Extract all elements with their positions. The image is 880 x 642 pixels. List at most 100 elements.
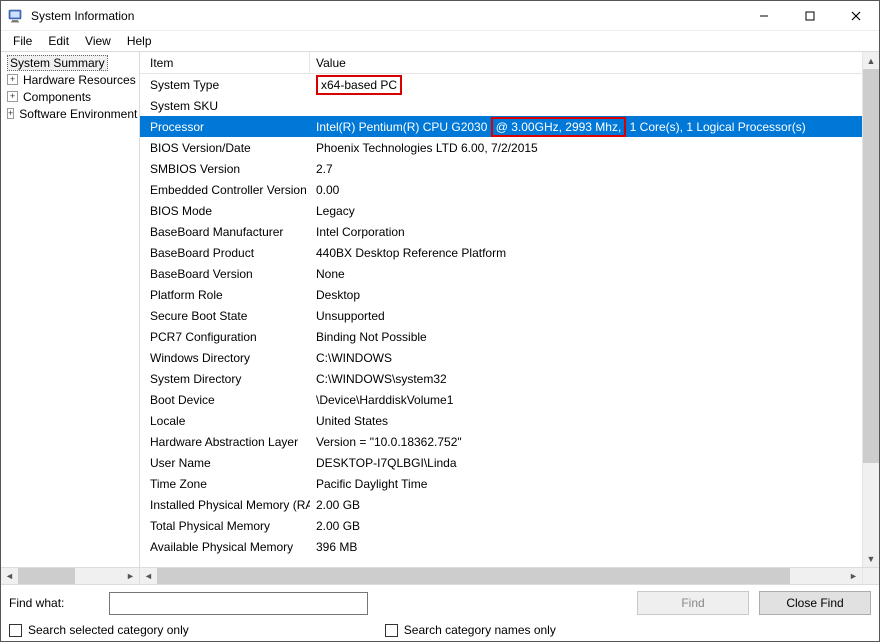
row-value: Phoenix Technologies LTD 6.00, 7/2/2015 <box>310 141 862 155</box>
scroll-thumb[interactable] <box>18 568 75 584</box>
table-row[interactable]: SMBIOS Version2.7 <box>140 158 862 179</box>
row-value: C:\WINDOWS\system32 <box>310 372 862 386</box>
row-value: \Device\HarddiskVolume1 <box>310 393 862 407</box>
window-title: System Information <box>31 9 134 23</box>
checkbox-box-icon[interactable] <box>385 624 398 637</box>
find-input[interactable] <box>109 592 368 615</box>
row-item: Boot Device <box>140 393 310 407</box>
row-value: Version = "10.0.18362.752" <box>310 435 862 449</box>
find-button[interactable]: Find <box>637 591 749 615</box>
row-value: 440BX Desktop Reference Platform <box>310 246 862 260</box>
minimize-button[interactable] <box>741 1 787 31</box>
expand-icon[interactable]: + <box>7 74 18 85</box>
scroll-left-icon[interactable]: ◄ <box>140 568 157 584</box>
tree-item[interactable]: +Hardware Resources <box>3 71 139 88</box>
row-item: User Name <box>140 456 310 470</box>
scroll-corner <box>862 568 879 584</box>
menu-help[interactable]: Help <box>119 33 160 49</box>
row-value: 2.00 GB <box>310 498 862 512</box>
search-selected-category-checkbox[interactable]: Search selected category only <box>9 623 189 637</box>
table-row[interactable]: Total Physical Memory2.00 GB <box>140 515 862 536</box>
menu-edit[interactable]: Edit <box>40 33 77 49</box>
scroll-down-icon[interactable]: ▼ <box>863 550 879 567</box>
row-value: DESKTOP-I7QLBGI\Linda <box>310 456 862 470</box>
find-bar: Find what: Find Close Find Search select… <box>1 584 879 641</box>
menu-view[interactable]: View <box>77 33 119 49</box>
expand-icon[interactable]: + <box>7 108 14 119</box>
table-row[interactable]: PCR7 ConfigurationBinding Not Possible <box>140 326 862 347</box>
row-item: Embedded Controller Version <box>140 183 310 197</box>
checkbox-box-icon[interactable] <box>9 624 22 637</box>
tree-horizontal-scrollbar[interactable]: ◄ ► <box>1 567 139 584</box>
row-item: BIOS Mode <box>140 204 310 218</box>
table-row[interactable]: Platform RoleDesktop <box>140 284 862 305</box>
row-item: BIOS Version/Date <box>140 141 310 155</box>
table-row[interactable]: Boot Device\Device\HarddiskVolume1 <box>140 389 862 410</box>
highlight-box: @ 3.00GHz, 2993 Mhz, <box>491 117 627 137</box>
tree-item-label: System Summary <box>7 55 108 71</box>
table-row[interactable]: BaseBoard VersionNone <box>140 263 862 284</box>
table-row[interactable]: BaseBoard ManufacturerIntel Corporation <box>140 221 862 242</box>
close-find-button[interactable]: Close Find <box>759 591 871 615</box>
tree-item[interactable]: +Components <box>3 88 139 105</box>
table-row[interactable]: Available Physical Memory396 MB <box>140 536 862 557</box>
row-value: Intel Corporation <box>310 225 862 239</box>
table-row[interactable]: Hardware Abstraction LayerVersion = "10.… <box>140 431 862 452</box>
table-row[interactable]: Windows DirectoryC:\WINDOWS <box>140 347 862 368</box>
row-value-text: Intel(R) Pentium(R) CPU G2030 <box>316 120 491 134</box>
table-row[interactable]: User NameDESKTOP-I7QLBGI\Linda <box>140 452 862 473</box>
search-category-names-checkbox[interactable]: Search category names only <box>385 623 556 637</box>
table-row[interactable]: System Type x64-based PC <box>140 74 862 95</box>
maximize-button[interactable] <box>787 1 833 31</box>
details-list[interactable]: Item Value System Typex64-based PCSystem… <box>140 52 862 567</box>
close-button[interactable] <box>833 1 879 31</box>
table-row[interactable]: BIOS Version/DatePhoenix Technologies LT… <box>140 137 862 158</box>
table-row[interactable]: Embedded Controller Version0.00 <box>140 179 862 200</box>
table-row[interactable]: Time ZonePacific Daylight Time <box>140 473 862 494</box>
table-row[interactable]: LocaleUnited States <box>140 410 862 431</box>
menu-file[interactable]: File <box>5 33 40 49</box>
table-row[interactable]: System SKU <box>140 95 862 116</box>
scroll-up-icon[interactable]: ▲ <box>863 52 879 69</box>
tree-item[interactable]: System Summary <box>3 54 139 71</box>
scroll-right-icon[interactable]: ► <box>845 568 862 584</box>
table-row[interactable]: Secure Boot StateUnsupported <box>140 305 862 326</box>
row-value: C:\WINDOWS <box>310 351 862 365</box>
column-header-value[interactable]: Value <box>310 52 862 73</box>
tree-item-label: Hardware Resources <box>21 73 138 87</box>
scroll-thumb[interactable] <box>863 69 879 463</box>
row-item: BaseBoard Version <box>140 267 310 281</box>
details-pane: Item Value System Typex64-based PCSystem… <box>140 52 879 584</box>
table-row[interactable]: System DirectoryC:\WINDOWS\system32 <box>140 368 862 389</box>
scroll-right-icon[interactable]: ► <box>122 568 139 584</box>
row-item: Secure Boot State <box>140 309 310 323</box>
table-row[interactable]: BaseBoard Product440BX Desktop Reference… <box>140 242 862 263</box>
scroll-thumb[interactable] <box>157 568 790 584</box>
row-item: PCR7 Configuration <box>140 330 310 344</box>
tree-item[interactable]: +Software Environment <box>3 105 139 122</box>
details-horizontal-scrollbar[interactable]: ◄ ► <box>140 567 879 584</box>
row-value-text: 1 Core(s), 1 Logical Processor(s) <box>626 120 805 134</box>
details-vertical-scrollbar[interactable]: ▲ ▼ <box>862 52 879 567</box>
highlight-box: x64-based PC <box>316 75 402 95</box>
table-row[interactable]: BIOS ModeLegacy <box>140 200 862 221</box>
row-item: SMBIOS Version <box>140 162 310 176</box>
row-item: System Type <box>140 78 310 92</box>
row-value: None <box>310 267 862 281</box>
row-value: 396 MB <box>310 540 862 554</box>
scroll-track[interactable] <box>18 568 122 584</box>
scroll-track[interactable] <box>863 69 879 550</box>
tree-pane: System Summary+Hardware Resources+Compon… <box>1 52 140 584</box>
expand-icon[interactable]: + <box>7 91 18 102</box>
find-label: Find what: <box>9 596 99 610</box>
column-header-item[interactable]: Item <box>140 52 310 73</box>
scroll-track[interactable] <box>157 568 845 584</box>
row-item: BaseBoard Product <box>140 246 310 260</box>
column-header-row: Item Value <box>140 52 862 74</box>
table-row[interactable]: Installed Physical Memory (RAM)2.00 GB <box>140 494 862 515</box>
table-row[interactable]: ProcessorIntel(R) Pentium(R) CPU G2030 @… <box>140 116 862 137</box>
row-value: Intel(R) Pentium(R) CPU G2030 @ 3.00GHz,… <box>310 117 862 137</box>
checkbox-label: Search selected category only <box>28 623 189 637</box>
scroll-left-icon[interactable]: ◄ <box>1 568 18 584</box>
client-area: System Summary+Hardware Resources+Compon… <box>1 51 879 584</box>
